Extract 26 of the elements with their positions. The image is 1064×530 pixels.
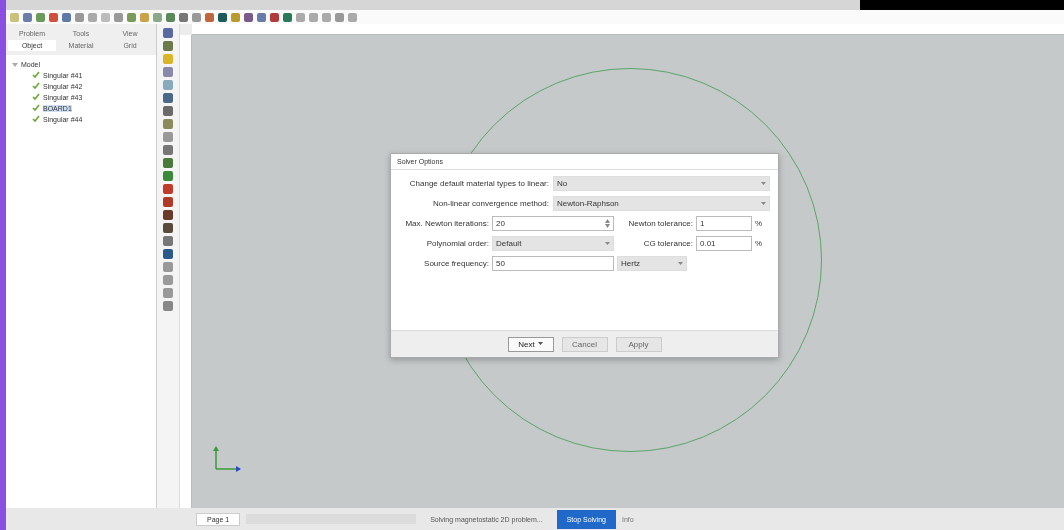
input-field[interactable]: 50 xyxy=(492,256,614,271)
unit-label: % xyxy=(755,219,763,228)
caret-icon xyxy=(761,181,766,186)
caret-icon xyxy=(761,201,766,206)
field-label: Change default material types to linear: xyxy=(408,179,549,188)
dialog-button[interactable]: Next xyxy=(507,336,554,352)
input-field[interactable]: 0.01 xyxy=(696,236,752,251)
field-label: CG tolerance: xyxy=(642,239,693,248)
expander-icon[interactable] xyxy=(12,61,18,68)
number-field[interactable]: 20 xyxy=(492,216,614,231)
dropdown-field[interactable]: Default xyxy=(492,236,614,251)
spinner-icon xyxy=(605,219,610,228)
dropdown-field[interactable]: Hertz xyxy=(617,256,687,271)
dropdown-field[interactable]: Newton-Raphson xyxy=(553,196,770,211)
field-label: Max. Newton iterations: xyxy=(404,219,489,228)
caret-icon xyxy=(678,261,683,266)
unit-label: % xyxy=(755,239,763,248)
axes-icon xyxy=(212,445,242,473)
dropdown-field[interactable]: No xyxy=(553,176,770,191)
field-label: Polynomial order: xyxy=(425,239,489,248)
field-label: Newton tolerance: xyxy=(627,219,693,228)
caret-icon xyxy=(537,342,543,346)
input-field[interactable]: 1 xyxy=(696,216,752,231)
field-label: Source frequency: xyxy=(423,259,489,268)
caret-icon xyxy=(605,241,610,246)
field-label: Non-linear convergence method: xyxy=(431,199,549,208)
